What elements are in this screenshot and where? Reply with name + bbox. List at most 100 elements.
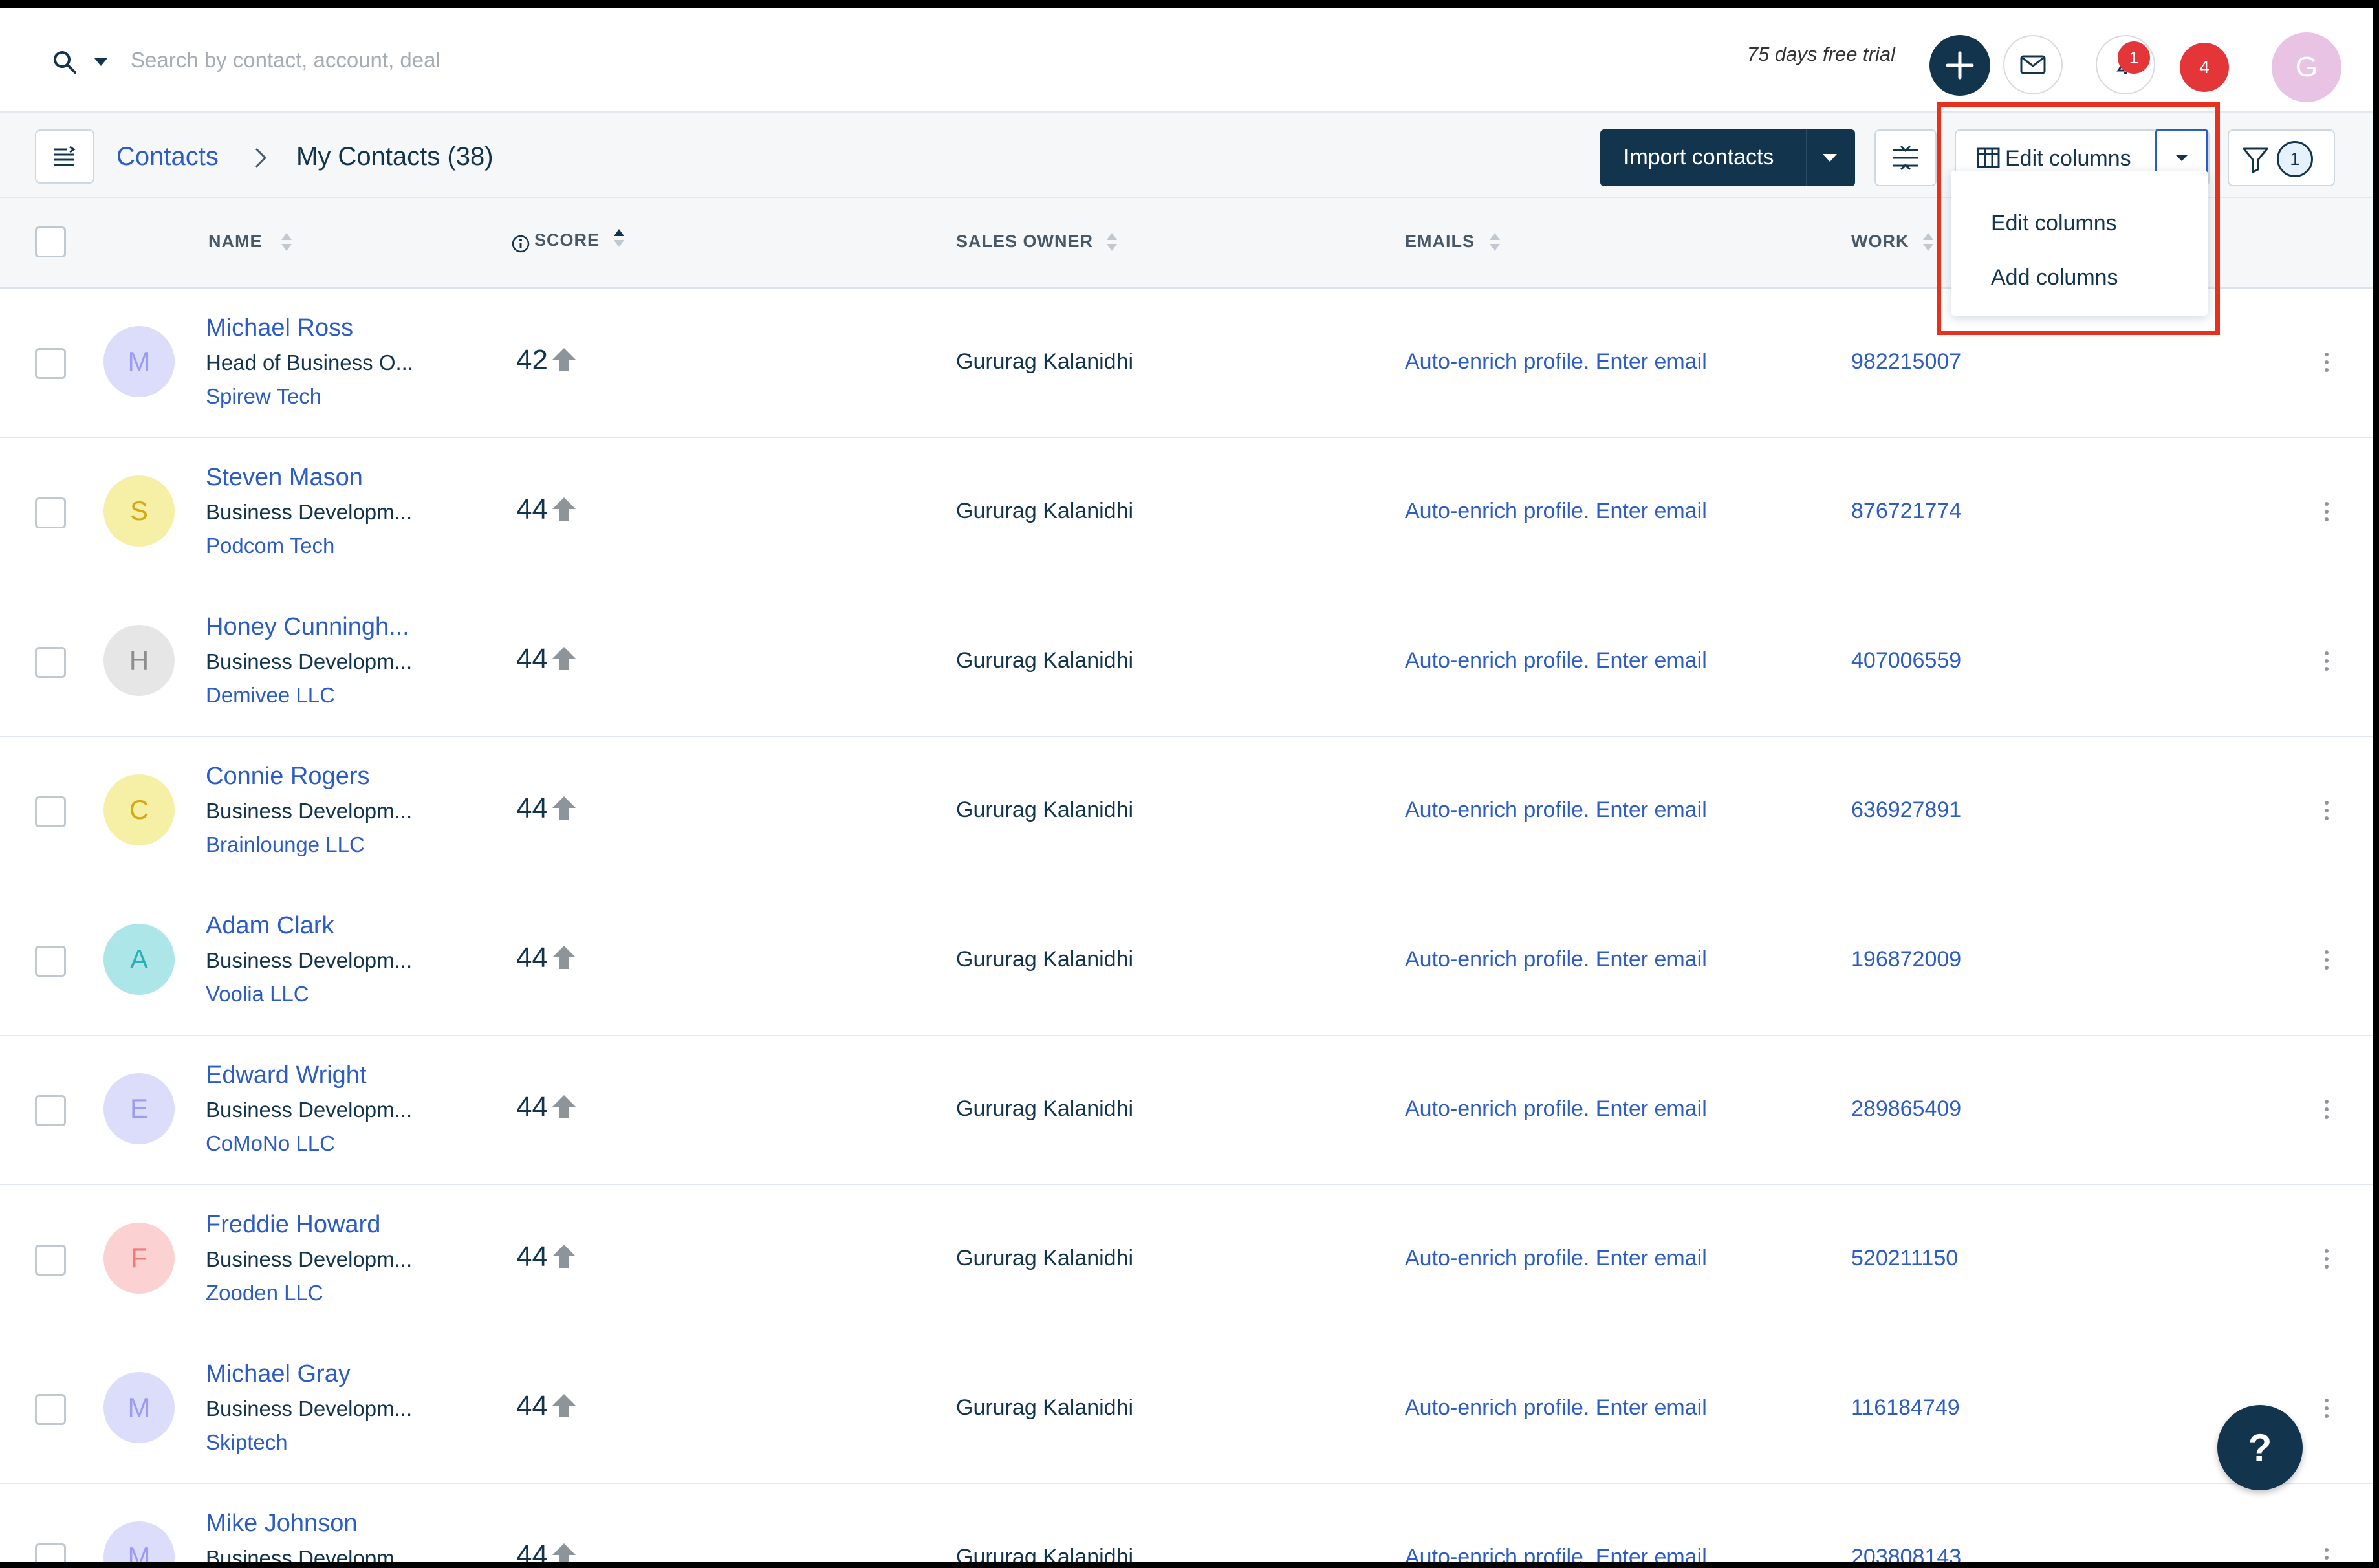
work-phone-link[interactable]: 520211150 — [1851, 1246, 1958, 1271]
enrich-email-link[interactable]: Auto-enrich profile. Enter email — [1405, 648, 1707, 673]
sort-icon[interactable] — [612, 226, 626, 250]
help-button[interactable]: ? — [2217, 1405, 2303, 1490]
contact-company-link[interactable]: CoMoNo LLC — [206, 1131, 335, 1156]
enrich-email-link[interactable]: Auto-enrich profile. Enter email — [1405, 499, 1707, 524]
table-row[interactable]: M Michael Gray Business Developm... Skiptec… — [0, 1334, 2373, 1485]
avatar[interactable]: M — [103, 1521, 175, 1562]
sales-owner[interactable]: Gururag Kalanidhi — [956, 1545, 1133, 1562]
column-header-score[interactable]: SCORE — [534, 230, 600, 250]
contact-company-link[interactable]: Skiptech — [206, 1430, 288, 1455]
quick-add-button[interactable] — [1929, 35, 1990, 96]
avatar[interactable]: S — [103, 475, 175, 547]
more-vertical-icon[interactable] — [2322, 1546, 2331, 1562]
work-phone-link[interactable]: 196872009 — [1851, 947, 1961, 972]
sort-icon[interactable] — [1921, 230, 1935, 254]
work-phone-link[interactable]: 876721774 — [1851, 499, 1961, 524]
enrich-email-link[interactable]: Auto-enrich profile. Enter email — [1405, 947, 1707, 972]
mail-button[interactable] — [2003, 35, 2063, 94]
avatar[interactable]: E — [103, 1073, 175, 1144]
sales-owner[interactable]: Gururag Kalanidhi — [956, 499, 1133, 524]
list-toggle-button[interactable] — [35, 129, 94, 184]
contact-name-link[interactable]: Freddie Howard — [206, 1211, 380, 1239]
info-icon[interactable] — [511, 234, 530, 254]
more-vertical-icon[interactable] — [2322, 649, 2331, 673]
contact-name-link[interactable]: Connie Rogers — [206, 763, 369, 790]
table-row[interactable]: S Steven Mason Business Developm... Podcom … — [0, 438, 2373, 588]
contact-company-link[interactable]: Voolia LLC — [206, 982, 309, 1007]
sort-icon[interactable] — [1105, 230, 1119, 254]
sales-owner[interactable]: Gururag Kalanidhi — [956, 1246, 1133, 1271]
enrich-email-link[interactable]: Auto-enrich profile. Enter email — [1405, 349, 1707, 375]
row-checkbox[interactable] — [35, 497, 66, 528]
enrich-email-link[interactable]: Auto-enrich profile. Enter email — [1405, 1246, 1707, 1271]
work-phone-link[interactable]: 289865409 — [1851, 1096, 1961, 1122]
row-checkbox[interactable] — [35, 1543, 66, 1562]
contact-company-link[interactable]: Brainlounge LLC — [206, 833, 365, 857]
avatar[interactable]: M — [103, 1372, 175, 1443]
row-checkbox[interactable] — [35, 348, 66, 379]
enrich-email-link[interactable]: Auto-enrich profile. Enter email — [1405, 798, 1707, 823]
sales-owner[interactable]: Gururag Kalanidhi — [956, 1395, 1133, 1421]
row-checkbox[interactable] — [35, 796, 66, 827]
more-vertical-icon[interactable] — [2322, 1247, 2331, 1270]
sort-icon[interactable] — [1488, 230, 1502, 254]
row-checkbox[interactable] — [35, 1394, 66, 1425]
filter-button[interactable]: 1 — [2228, 129, 2335, 186]
row-checkbox[interactable] — [35, 1095, 66, 1126]
table-row[interactable]: A Adam Clark Business Developm... Voolia LL… — [0, 886, 2373, 1036]
sales-owner[interactable]: Gururag Kalanidhi — [956, 349, 1133, 375]
contact-company-link[interactable]: Podcom Tech — [206, 534, 334, 558]
more-vertical-icon[interactable] — [2322, 799, 2331, 822]
work-phone-link[interactable]: 982215007 — [1851, 349, 1961, 375]
table-row[interactable]: M Mike Johnson Business Developm... 44 Gurur… — [0, 1484, 2373, 1562]
search-input[interactable] — [129, 40, 714, 80]
row-checkbox[interactable] — [35, 1245, 66, 1276]
enrich-email-link[interactable]: Auto-enrich profile. Enter email — [1405, 1545, 1707, 1562]
contact-company-link[interactable]: Zooden LLC — [206, 1281, 323, 1305]
contact-name-link[interactable]: Edward Wright — [206, 1062, 367, 1089]
work-phone-link[interactable]: 407006559 — [1851, 648, 1961, 673]
sales-owner[interactable]: Gururag Kalanidhi — [956, 648, 1133, 673]
avatar[interactable]: C — [103, 774, 175, 845]
work-phone-link[interactable]: 203808143 — [1851, 1545, 1961, 1562]
sales-owner[interactable]: Gururag Kalanidhi — [956, 1096, 1133, 1122]
breadcrumb-current-view[interactable]: My Contacts (38) — [296, 142, 494, 171]
work-phone-link[interactable]: 116184749 — [1851, 1395, 1960, 1421]
contact-company-link[interactable]: Spirew Tech — [206, 384, 321, 409]
table-row[interactable]: H Honey Cunningh... Business Developm... De… — [0, 587, 2373, 737]
breadcrumb-contacts[interactable]: Contacts — [116, 142, 219, 171]
table-row[interactable]: F Freddie Howard Business Developm... Zoode… — [0, 1185, 2373, 1335]
chevron-down-icon[interactable] — [93, 57, 109, 67]
row-density-button[interactable] — [1874, 129, 1937, 186]
avatar[interactable]: A — [103, 924, 175, 995]
work-phone-link[interactable]: 636927891 — [1851, 798, 1961, 823]
more-vertical-icon[interactable] — [2322, 500, 2331, 523]
row-checkbox[interactable] — [35, 946, 66, 977]
sales-owner[interactable]: Gururag Kalanidhi — [956, 798, 1133, 823]
table-row[interactable]: E Edward Wright Business Developm... CoMoNo… — [0, 1036, 2373, 1186]
contact-name-link[interactable]: Steven Mason — [206, 464, 363, 492]
enrich-email-link[interactable]: Auto-enrich profile. Enter email — [1405, 1096, 1707, 1122]
search-icon[interactable] — [52, 49, 78, 75]
avatar[interactable]: H — [103, 625, 175, 696]
more-vertical-icon[interactable] — [2322, 1098, 2331, 1121]
sales-owner[interactable]: Gururag Kalanidhi — [956, 947, 1133, 972]
contact-name-link[interactable]: Mike Johnson — [206, 1510, 357, 1538]
contact-company-link[interactable]: Demivee LLC — [206, 683, 335, 708]
column-header-work[interactable]: WORK — [1851, 232, 1909, 252]
contact-name-link[interactable]: Honey Cunningh... — [206, 613, 409, 641]
user-avatar[interactable]: G — [2272, 32, 2341, 102]
more-vertical-icon[interactable] — [2322, 1397, 2331, 1420]
avatar[interactable]: F — [103, 1223, 175, 1294]
avatar[interactable]: M — [103, 326, 175, 397]
column-header-name[interactable]: NAME — [208, 232, 263, 252]
contact-name-link[interactable]: Michael Ross — [206, 314, 353, 342]
column-header-sales-owner[interactable]: SALES OWNER — [956, 232, 1093, 252]
contact-name-link[interactable]: Michael Gray — [206, 1360, 351, 1388]
row-checkbox[interactable] — [35, 647, 66, 678]
contact-name-link[interactable]: Adam Clark — [206, 912, 334, 940]
more-vertical-icon[interactable] — [2322, 948, 2331, 972]
select-all-checkbox[interactable] — [35, 226, 66, 257]
enrich-email-link[interactable]: Auto-enrich profile. Enter email — [1405, 1395, 1707, 1421]
column-header-emails[interactable]: EMAILS — [1405, 232, 1475, 252]
